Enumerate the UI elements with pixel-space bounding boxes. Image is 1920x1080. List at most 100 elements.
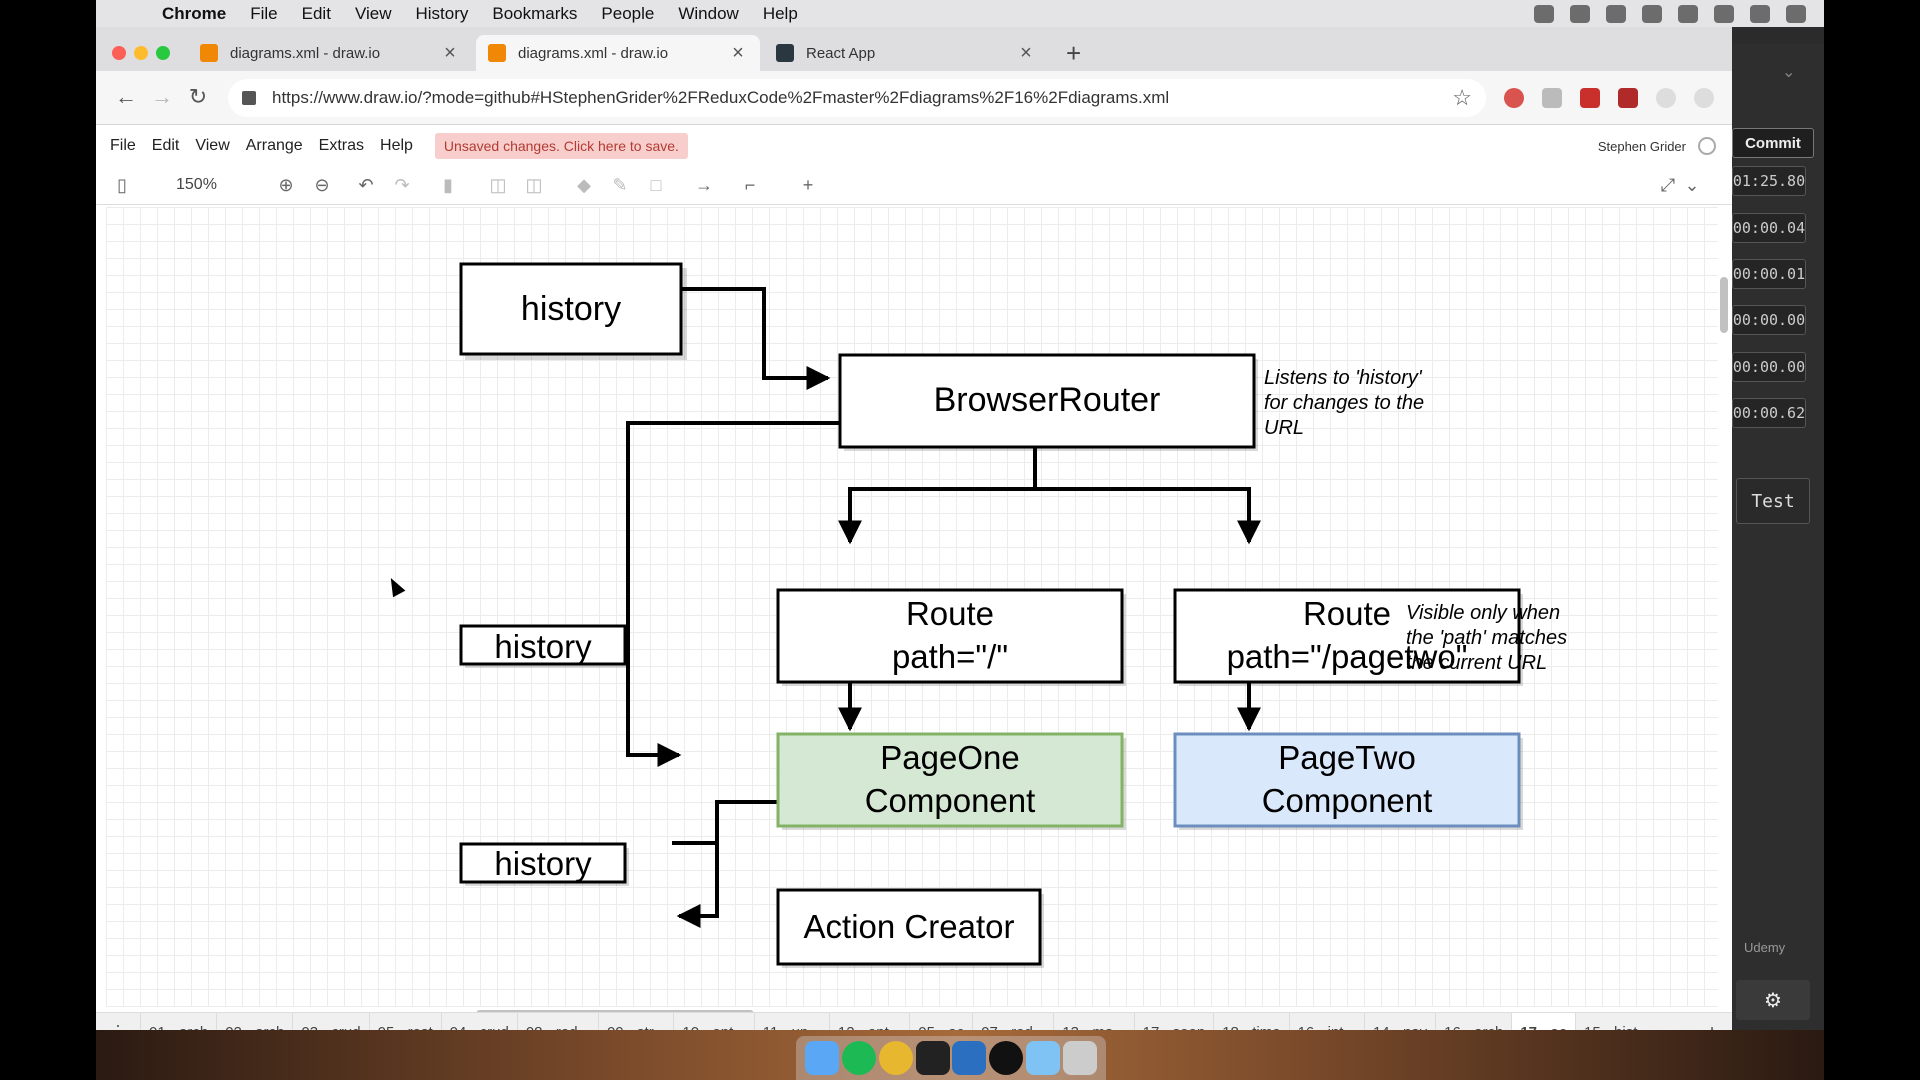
siri-icon[interactable] (1750, 4, 1770, 23)
zoom-out-icon[interactable]: ⊖ (310, 175, 334, 196)
line-color-icon[interactable]: ✎ (608, 175, 632, 196)
collapse-icon[interactable]: ⌄ (1680, 175, 1704, 196)
menu-app-name[interactable]: Chrome (162, 4, 226, 24)
docker-icon[interactable] (1606, 4, 1626, 23)
label-route1-line2: path="/" (892, 638, 1008, 675)
edge-pageone-to-action-creator[interactable] (676, 800, 778, 928)
drawio-menu-edit[interactable]: Edit (152, 137, 180, 155)
user-name[interactable]: Stephen Grider (1598, 139, 1686, 154)
tab-title: React App (806, 44, 876, 62)
forward-icon[interactable]: → (148, 84, 176, 110)
chrome-icon[interactable] (878, 1041, 913, 1075)
globe-icon[interactable] (1698, 137, 1716, 155)
notification-center-icon[interactable] (1786, 4, 1806, 23)
glasses-icon[interactable] (1570, 4, 1590, 23)
menu-view[interactable]: View (355, 4, 392, 24)
unsaved-changes-banner[interactable]: Unsaved changes. Click here to save. (434, 133, 688, 159)
waypoints-icon[interactable]: ⌐ (738, 175, 762, 196)
browser-tab-3[interactable]: React App × (764, 35, 1048, 71)
extension-icon[interactable] (1656, 88, 1676, 108)
close-tab-icon[interactable]: × (728, 42, 748, 65)
status-icons (1534, 0, 1806, 27)
menu-history[interactable]: History (415, 4, 468, 24)
recording-icon[interactable] (1534, 4, 1554, 23)
vscode-icon[interactable] (952, 1041, 987, 1075)
spotify-icon[interactable] (842, 1041, 877, 1075)
browser-tab-1[interactable]: diagrams.xml - draw.io × (188, 35, 472, 71)
redo-icon[interactable]: ↷ (390, 175, 414, 196)
extension-ublock-icon[interactable] (1618, 88, 1638, 108)
menu-edit[interactable]: Edit (302, 4, 331, 24)
gear-icon[interactable]: ⚙ (1736, 980, 1810, 1020)
drawio-menu-file[interactable]: File (110, 137, 136, 155)
drawio-menu-view[interactable]: View (195, 137, 229, 155)
folder-icon[interactable] (1025, 1041, 1060, 1075)
drawio-icon (200, 44, 218, 62)
reload-icon[interactable]: ↻ (184, 84, 212, 110)
commit-button[interactable]: Commit (1732, 128, 1814, 158)
format-panel-icon[interactable]: ▯ (110, 175, 134, 196)
edge-router-to-route2[interactable] (1035, 487, 1261, 545)
vertical-scrollbar[interactable] (1720, 277, 1728, 333)
delete-icon[interactable]: ▮ (436, 175, 460, 196)
close-window-icon[interactable] (112, 46, 126, 60)
zoom-in-icon[interactable]: ⊕ (274, 175, 298, 196)
chrome-window: diagrams.xml - draw.io × diagrams.xml - … (96, 27, 1732, 1053)
note-route-line2: the 'path' matches (1406, 627, 1567, 649)
to-front-icon[interactable]: ◫ (486, 175, 510, 196)
note-router-line3: URL (1264, 417, 1304, 439)
timer-readout: 00:00.04 (1732, 213, 1806, 243)
timer-readout: 00:00.00 (1732, 352, 1806, 382)
new-tab-icon[interactable]: + (1066, 38, 1081, 69)
insert-icon[interactable]: + (796, 175, 820, 196)
tab-title: diagrams.xml - draw.io (518, 44, 669, 62)
drawio-menu-help[interactable]: Help (380, 137, 413, 155)
drawio-menu-extras[interactable]: Extras (319, 137, 364, 155)
screen: Chrome File Edit View History Bookmarks … (96, 0, 1824, 1080)
note-route-line3: the current URL (1406, 652, 1547, 674)
maximize-window-icon[interactable] (156, 46, 170, 60)
address-bar[interactable]: https://www.draw.io/?mode=github#HStephe… (228, 79, 1486, 117)
mac-menu-bar: Chrome File Edit View History Bookmarks … (96, 0, 1824, 27)
test-button[interactable]: Test (1736, 478, 1810, 524)
shadow-icon[interactable]: □ (644, 175, 668, 196)
fill-color-icon[interactable]: ◆ (572, 175, 596, 196)
wifi-icon[interactable] (1642, 4, 1662, 23)
fullscreen-icon[interactable]: ⤢ (1656, 175, 1680, 196)
diagram-canvas[interactable]: history BrowserRouter history Route path… (106, 207, 1718, 1007)
zoom-level[interactable]: 150% (176, 176, 217, 194)
finder-icon[interactable] (805, 1041, 840, 1075)
minimize-window-icon[interactable] (134, 46, 148, 60)
timer-readout: 00:00.01 (1732, 259, 1806, 289)
label-browser-router: BrowserRouter (934, 381, 1161, 419)
obs-icon[interactable] (989, 1041, 1024, 1075)
drawio-menu-arrange[interactable]: Arrange (246, 137, 303, 155)
menu-window[interactable]: Window (678, 4, 738, 24)
extension-opera-icon[interactable] (1504, 88, 1524, 108)
battery-icon[interactable] (1678, 4, 1698, 23)
edge-history-to-router[interactable] (675, 287, 831, 390)
menu-file[interactable]: File (250, 4, 277, 24)
connection-icon[interactable]: → (692, 175, 716, 196)
extension-icon[interactable] (1694, 88, 1714, 108)
spotlight-search-icon[interactable] (1714, 4, 1734, 23)
browser-toolbar: ← → ↻ https://www.draw.io/?mode=github#H… (96, 71, 1732, 125)
extension-lastpass-icon[interactable] (1580, 88, 1600, 108)
browser-tab-2[interactable]: diagrams.xml - draw.io × (476, 35, 760, 71)
close-tab-icon[interactable]: × (1016, 42, 1036, 65)
close-tab-icon[interactable]: × (440, 42, 460, 65)
trash-icon[interactable] (1062, 1041, 1097, 1075)
extension-css-icon[interactable] (1542, 88, 1562, 108)
label-route1-line1: Route (906, 595, 994, 632)
menu-help[interactable]: Help (763, 4, 798, 24)
label-history-top: history (521, 290, 621, 328)
back-icon[interactable]: ← (112, 84, 140, 110)
chevron-down-icon[interactable]: ⌄ (1782, 62, 1795, 82)
terminal-icon[interactable] (915, 1041, 950, 1075)
menu-people[interactable]: People (601, 4, 654, 24)
bookmark-star-icon[interactable]: ☆ (1452, 85, 1472, 111)
label-history-bottom: history (494, 845, 592, 882)
to-back-icon[interactable]: ◫ (522, 175, 546, 196)
undo-icon[interactable]: ↶ (354, 175, 378, 196)
menu-bookmarks[interactable]: Bookmarks (492, 4, 577, 24)
